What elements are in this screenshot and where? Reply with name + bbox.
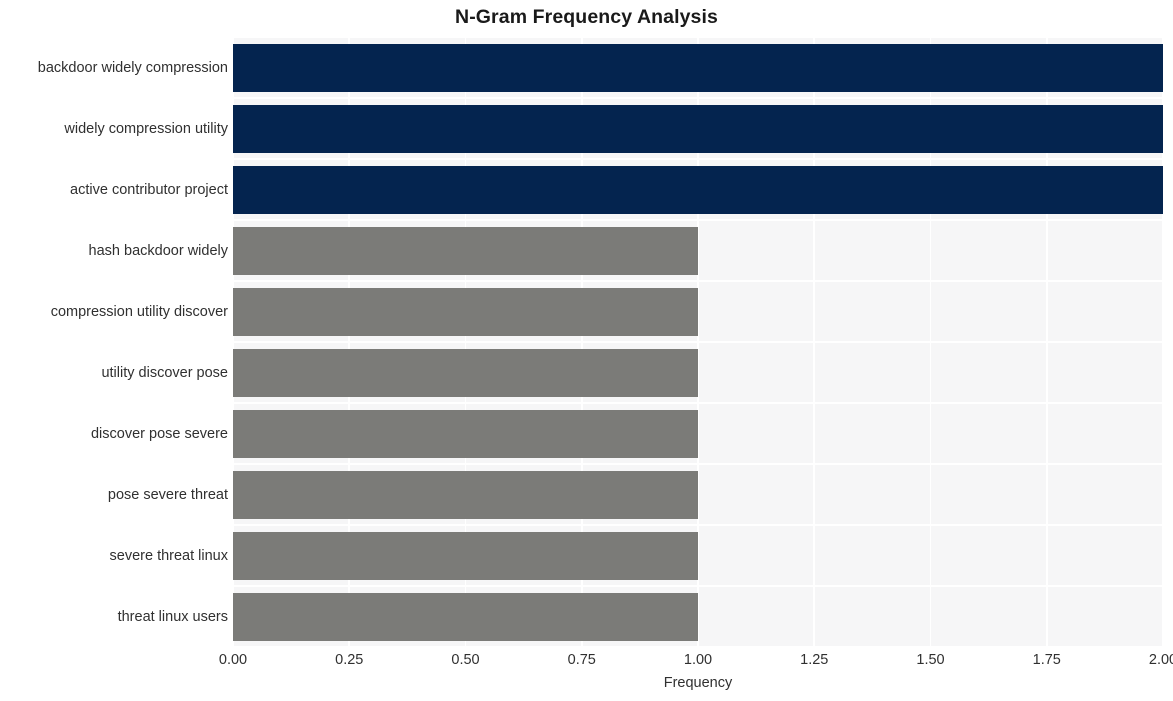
- bar[interactable]: [233, 104, 1163, 153]
- y-axis-tick-label: threat linux users: [117, 608, 228, 625]
- chart-title: N-Gram Frequency Analysis: [455, 6, 718, 28]
- gridline-horizontal: [233, 158, 1163, 160]
- y-axis-tick-label: hash backdoor widely: [88, 242, 228, 259]
- bar[interactable]: [233, 43, 1163, 92]
- x-axis-tick-label: 1.00: [683, 652, 713, 668]
- y-axis-tick-label: compression utility discover: [50, 303, 228, 320]
- y-axis-tick-label: discover pose severe: [90, 425, 228, 442]
- y-axis-tick-label: pose severe threat: [107, 486, 228, 503]
- gridline-horizontal: [233, 341, 1163, 343]
- y-axis-tick-label: widely compression utility: [64, 120, 228, 137]
- bar[interactable]: [233, 165, 1163, 214]
- gridline-horizontal: [233, 97, 1163, 99]
- gridline-horizontal: [233, 37, 1163, 38]
- bar[interactable]: [233, 226, 698, 275]
- gridline-horizontal: [233, 280, 1163, 282]
- bar[interactable]: [233, 592, 698, 641]
- x-axis-tick-label: 0.00: [218, 652, 248, 668]
- x-axis-tick-label: 1.75: [1032, 652, 1061, 668]
- gridline-horizontal: [233, 524, 1163, 526]
- gridline-horizontal: [233, 219, 1163, 221]
- bar[interactable]: [233, 409, 698, 458]
- gridline-horizontal: [233, 646, 1163, 647]
- gridline-horizontal: [233, 463, 1163, 465]
- plot-area: [233, 37, 1163, 647]
- x-axis-tick-label: 1.25: [800, 652, 829, 668]
- bar[interactable]: [233, 531, 698, 580]
- x-axis-tick-label: 2.00: [1148, 652, 1173, 668]
- y-axis-tick-label: backdoor widely compression: [37, 59, 228, 76]
- bar[interactable]: [233, 348, 698, 397]
- x-axis-label: Frequency: [663, 675, 733, 691]
- y-axis-tick-label: severe threat linux: [109, 547, 228, 564]
- x-axis-tick-label: 0.75: [567, 652, 596, 668]
- bar[interactable]: [233, 287, 698, 336]
- y-axis-tick-label: utility discover pose: [101, 364, 228, 381]
- gridline-horizontal: [233, 585, 1163, 587]
- y-axis-tick-label: active contributor project: [70, 181, 228, 198]
- bar[interactable]: [233, 470, 698, 519]
- x-axis-tick-label: 1.50: [916, 652, 945, 668]
- chart-figure: N-Gram Frequency Analysis backdoor widel…: [0, 0, 1173, 701]
- x-axis-tick-label: 0.50: [451, 652, 480, 668]
- gridline-horizontal: [233, 402, 1163, 404]
- x-axis-tick-label: 0.25: [335, 652, 364, 668]
